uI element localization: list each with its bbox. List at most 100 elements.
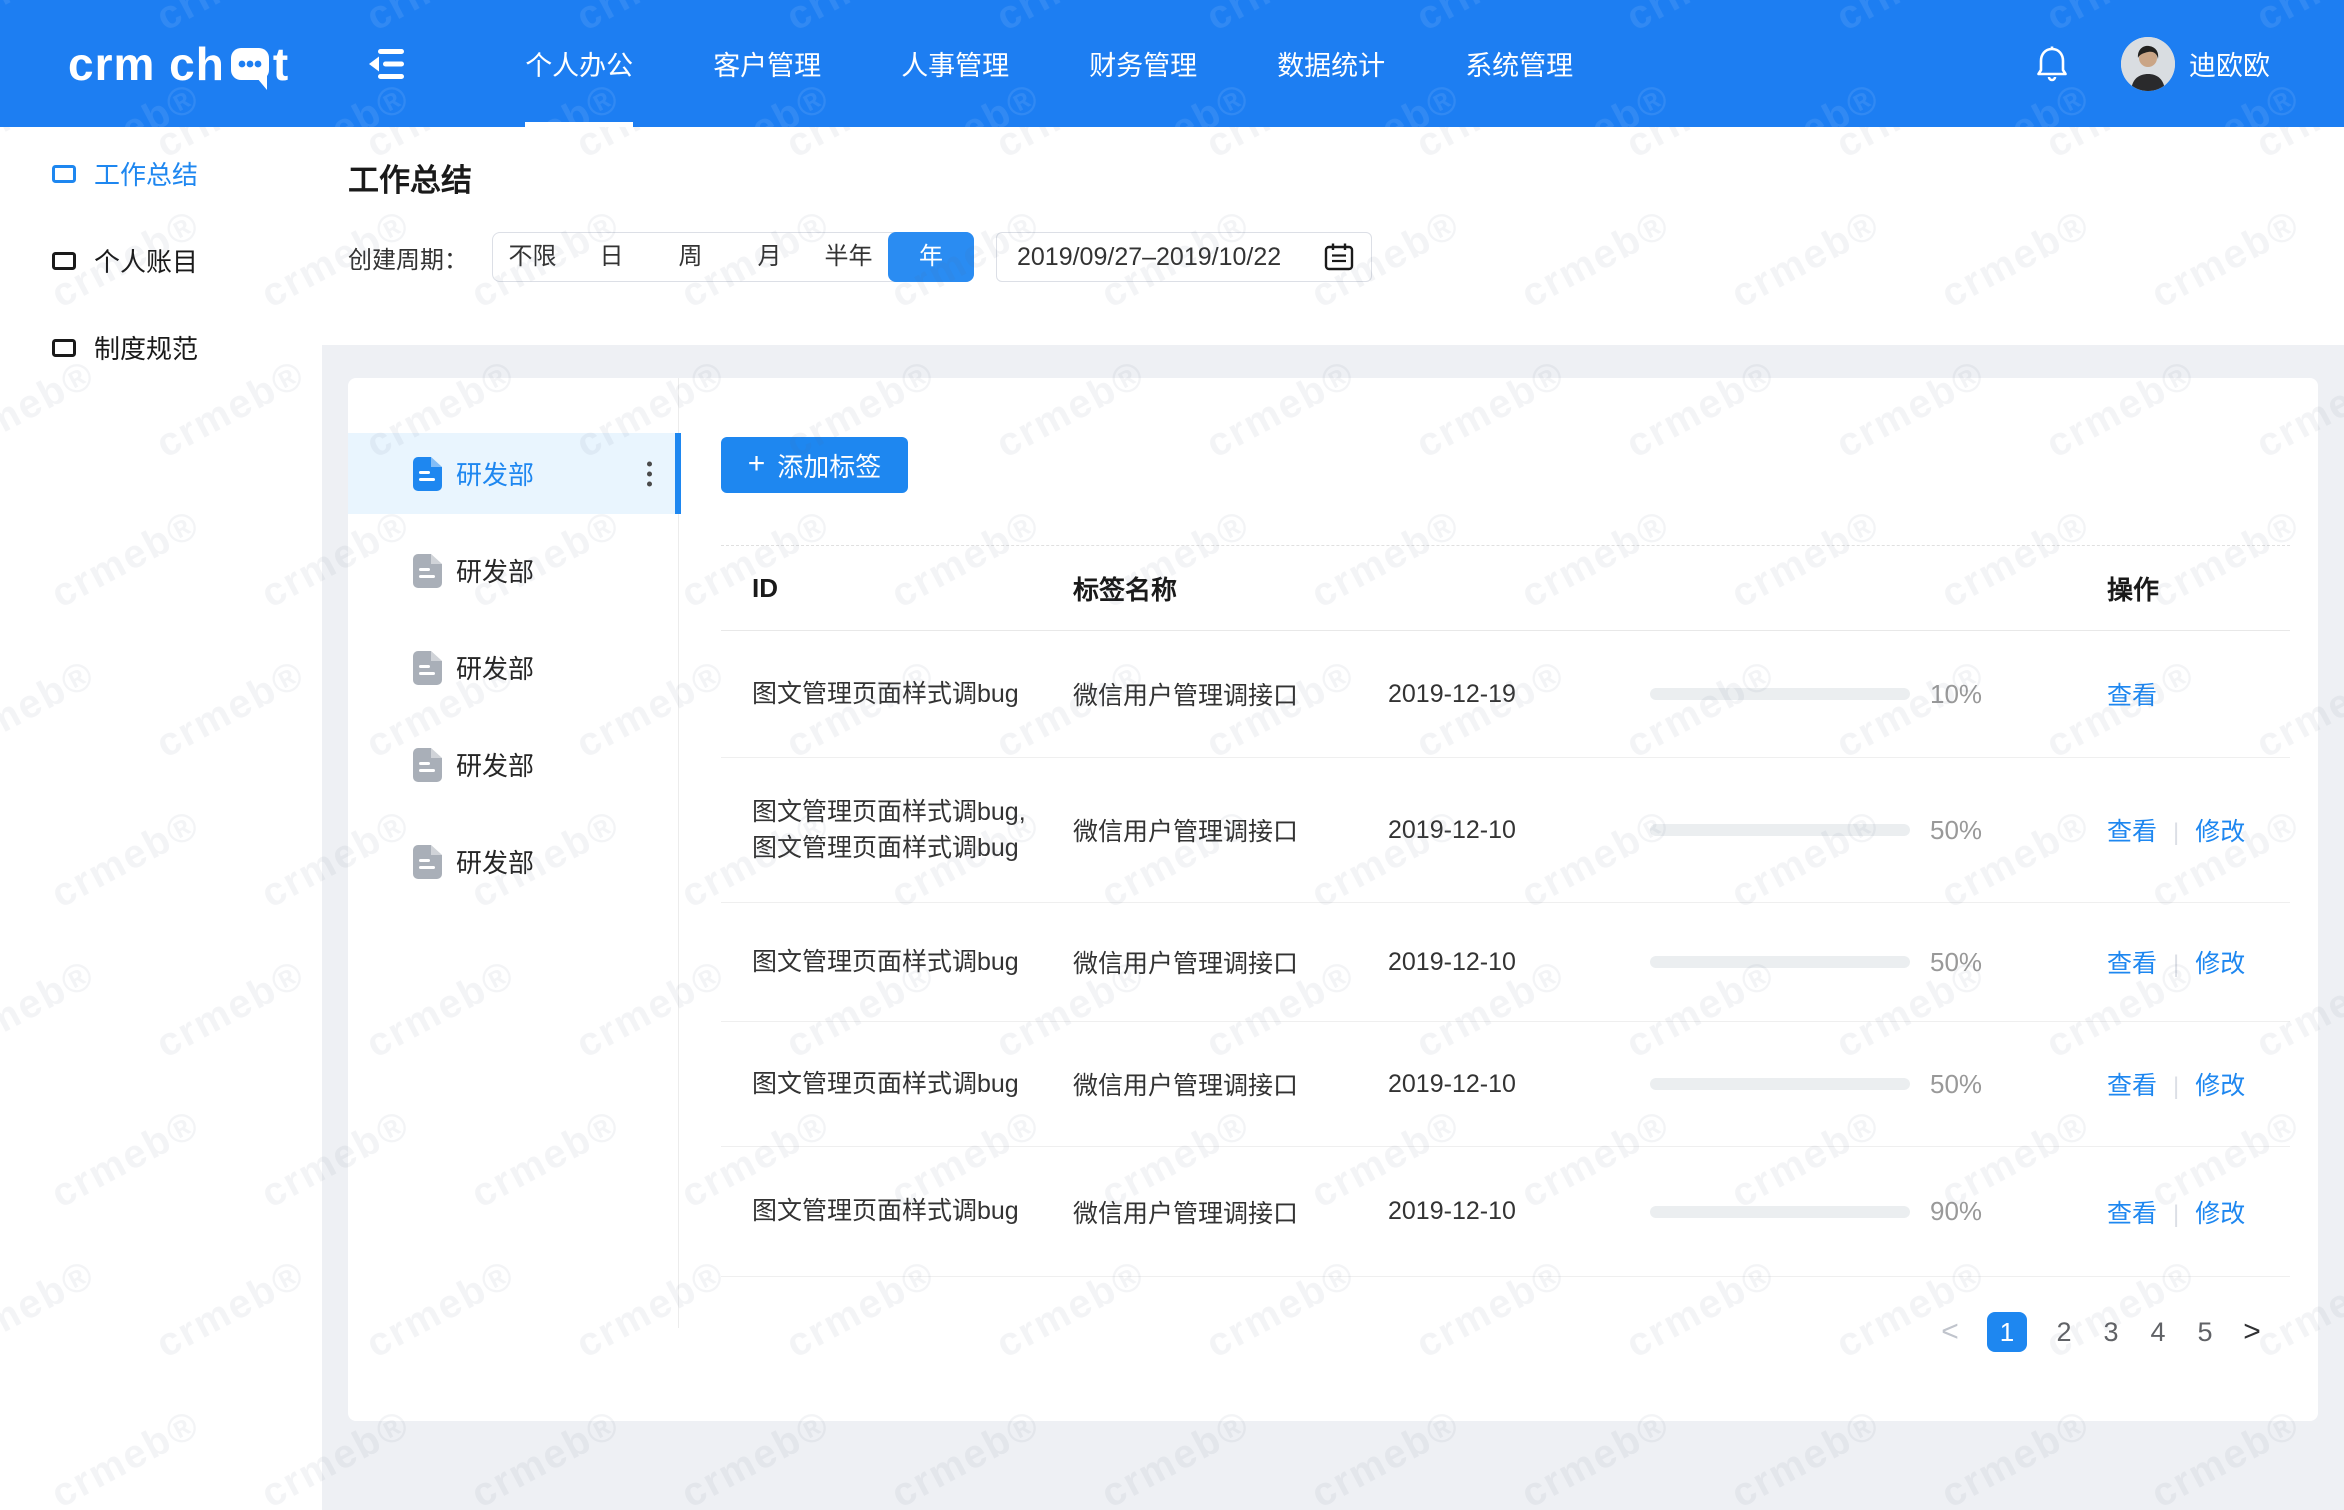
table-row: 图文管理页面样式调bug 微信用户管理调接口 2019-12-10 50% 查看… (721, 903, 2290, 1022)
date-range-value: 2019/09/27–2019/10/22 (1017, 243, 1281, 272)
period-half-year[interactable]: 半年 (809, 232, 888, 282)
filter-row: 创建周期： 不限 日 周 月 半年 年 2019/09/27–2019/10/2… (348, 232, 2344, 282)
edit-link[interactable]: 修改 (2195, 1200, 2245, 1228)
app-logo: crm ch t (68, 37, 289, 91)
period-month[interactable]: 月 (730, 232, 809, 282)
period-day[interactable]: 日 (572, 232, 651, 282)
nav-item-customer-mgmt[interactable]: 客户管理 (673, 0, 861, 127)
cell-name: 微信用户管理调接口 (1073, 1066, 1388, 1102)
nav-item-hr-mgmt[interactable]: 人事管理 (861, 0, 1049, 127)
cell-date: 2019-12-19 (1388, 680, 1650, 709)
group-more-menu[interactable] (641, 455, 658, 492)
main-nav: 个人办公 客户管理 人事管理 财务管理 数据统计 系统管理 (485, 0, 1613, 127)
view-link[interactable]: 查看 (2107, 682, 2157, 710)
cell-percent: 10% (1930, 679, 2107, 710)
group-list: 研发部 研发部 研发部 (348, 378, 678, 1421)
view-link[interactable]: 查看 (2107, 1200, 2157, 1228)
sidebar-item-personal-accounts[interactable]: 个人账目 (0, 217, 322, 304)
cell-id: 图文管理页面样式调bug (752, 1066, 1073, 1102)
pagination-page-1[interactable]: 1 (1987, 1312, 2027, 1352)
col-header-id: ID (752, 573, 1073, 604)
pagination-page-5[interactable]: 5 (2195, 1317, 2215, 1348)
cell-id: 图文管理页面样式调bug, 图文管理页面样式调bug (752, 794, 1073, 867)
document-icon (412, 651, 442, 685)
top-right-area: 迪欧欧 (2035, 37, 2270, 91)
group-item-rnd-dept[interactable]: 研发部 (348, 522, 678, 619)
document-icon (412, 748, 442, 782)
calendar-icon (1323, 241, 1355, 273)
nav-item-system-mgmt[interactable]: 系统管理 (1425, 0, 1613, 127)
group-item-rnd-dept[interactable]: 研发部 (348, 619, 678, 716)
pagination-page-3[interactable]: 3 (2101, 1317, 2121, 1348)
view-link[interactable]: 查看 (2107, 950, 2157, 978)
pagination-prev-icon[interactable]: < (1940, 1315, 1960, 1349)
document-icon (412, 554, 442, 588)
collapse-menu-icon[interactable] (367, 47, 407, 81)
nav-item-finance-mgmt[interactable]: 财务管理 (1049, 0, 1237, 127)
table-row: 图文管理页面样式调bug, 图文管理页面样式调bug 微信用户管理调接口 201… (721, 758, 2290, 903)
document-icon (412, 845, 442, 879)
panel-icon (52, 165, 76, 183)
notification-bell-icon[interactable] (2035, 45, 2069, 83)
nav-item-personal-office[interactable]: 个人办公 (485, 0, 673, 127)
cell-date: 2019-12-10 (1388, 1197, 1650, 1226)
sidebar-item-rules[interactable]: 制度规范 (0, 304, 322, 391)
cell-name: 微信用户管理调接口 (1073, 1194, 1388, 1230)
progress-bar (1650, 1206, 1910, 1218)
panel-icon (52, 339, 76, 357)
top-bar: crm ch t 个人办公 客户管理 人事管理 财务管理 数据统计 系统管理 (0, 0, 2344, 127)
progress-bar (1650, 956, 1910, 968)
pagination: < 1 2 3 4 5 > (1940, 1312, 2262, 1352)
action-divider: | (2173, 819, 2179, 846)
cell-percent: 50% (1930, 947, 2107, 978)
cell-id: 图文管理页面样式调bug (752, 944, 1073, 980)
edit-link[interactable]: 修改 (2195, 818, 2245, 846)
edit-link[interactable]: 修改 (2195, 950, 2245, 978)
col-header-actions: 操作 (2107, 570, 2290, 607)
group-item-rnd-dept[interactable]: 研发部 (348, 716, 678, 813)
user-avatar[interactable] (2121, 37, 2175, 91)
action-divider: | (2173, 1201, 2179, 1228)
table-row: 图文管理页面样式调bug 微信用户管理调接口 2019-12-10 50% 查看… (721, 1022, 2290, 1147)
left-sidebar: 工作总结 个人账目 制度规范 (0, 127, 322, 1510)
view-link[interactable]: 查看 (2107, 1072, 2157, 1100)
add-tag-button[interactable]: + 添加标签 (721, 437, 908, 493)
date-range-picker[interactable]: 2019/09/27–2019/10/22 (996, 232, 1372, 282)
action-divider: | (2173, 951, 2179, 978)
edit-link[interactable]: 修改 (2195, 1072, 2245, 1100)
period-week[interactable]: 周 (651, 232, 730, 282)
period-segmented-control: 不限 日 周 月 半年 年 (492, 232, 974, 282)
sidebar-item-work-summary[interactable]: 工作总结 (0, 130, 322, 217)
nav-item-data-stats[interactable]: 数据统计 (1237, 0, 1425, 127)
view-link[interactable]: 查看 (2107, 818, 2157, 846)
filter-label: 创建周期： (348, 240, 468, 275)
panel-icon (52, 252, 76, 270)
plus-icon: + (748, 449, 766, 479)
cell-name: 微信用户管理调接口 (1073, 812, 1388, 848)
table-header: ID 标签名称 操作 (721, 546, 2290, 631)
tag-table-panel: + 添加标签 ID 标签名称 操作 图文管理页面样式调bug 微信用户管理调接口… (678, 378, 2318, 1421)
document-icon (412, 457, 442, 491)
progress-bar (1650, 1078, 1910, 1090)
user-name[interactable]: 迪欧欧 (2189, 44, 2270, 83)
progress-bar (1650, 824, 1910, 836)
logo-text-suffix: t (273, 37, 289, 91)
action-divider: | (2173, 1073, 2179, 1100)
page-title: 工作总结 (348, 127, 2344, 200)
col-header-name: 标签名称 (1073, 570, 1388, 607)
pagination-page-4[interactable]: 4 (2148, 1317, 2168, 1348)
cell-percent: 50% (1930, 815, 2107, 846)
progress-bar (1650, 688, 1910, 700)
logo-text-prefix: crm ch (68, 37, 225, 91)
group-item-rnd-dept[interactable]: 研发部 (348, 425, 678, 522)
period-unlimited[interactable]: 不限 (493, 232, 572, 282)
cell-id: 图文管理页面样式调bug (752, 676, 1073, 712)
pagination-page-2[interactable]: 2 (2054, 1317, 2074, 1348)
group-item-rnd-dept[interactable]: 研发部 (348, 813, 678, 910)
period-year[interactable]: 年 (888, 232, 974, 282)
cell-date: 2019-12-10 (1388, 948, 1650, 977)
table-row: 图文管理页面样式调bug 微信用户管理调接口 2019-12-10 90% 查看… (721, 1147, 2290, 1277)
content-card: 研发部 研发部 研发部 (348, 378, 2318, 1421)
cell-name: 微信用户管理调接口 (1073, 676, 1388, 712)
pagination-next-icon[interactable]: > (2242, 1315, 2262, 1349)
